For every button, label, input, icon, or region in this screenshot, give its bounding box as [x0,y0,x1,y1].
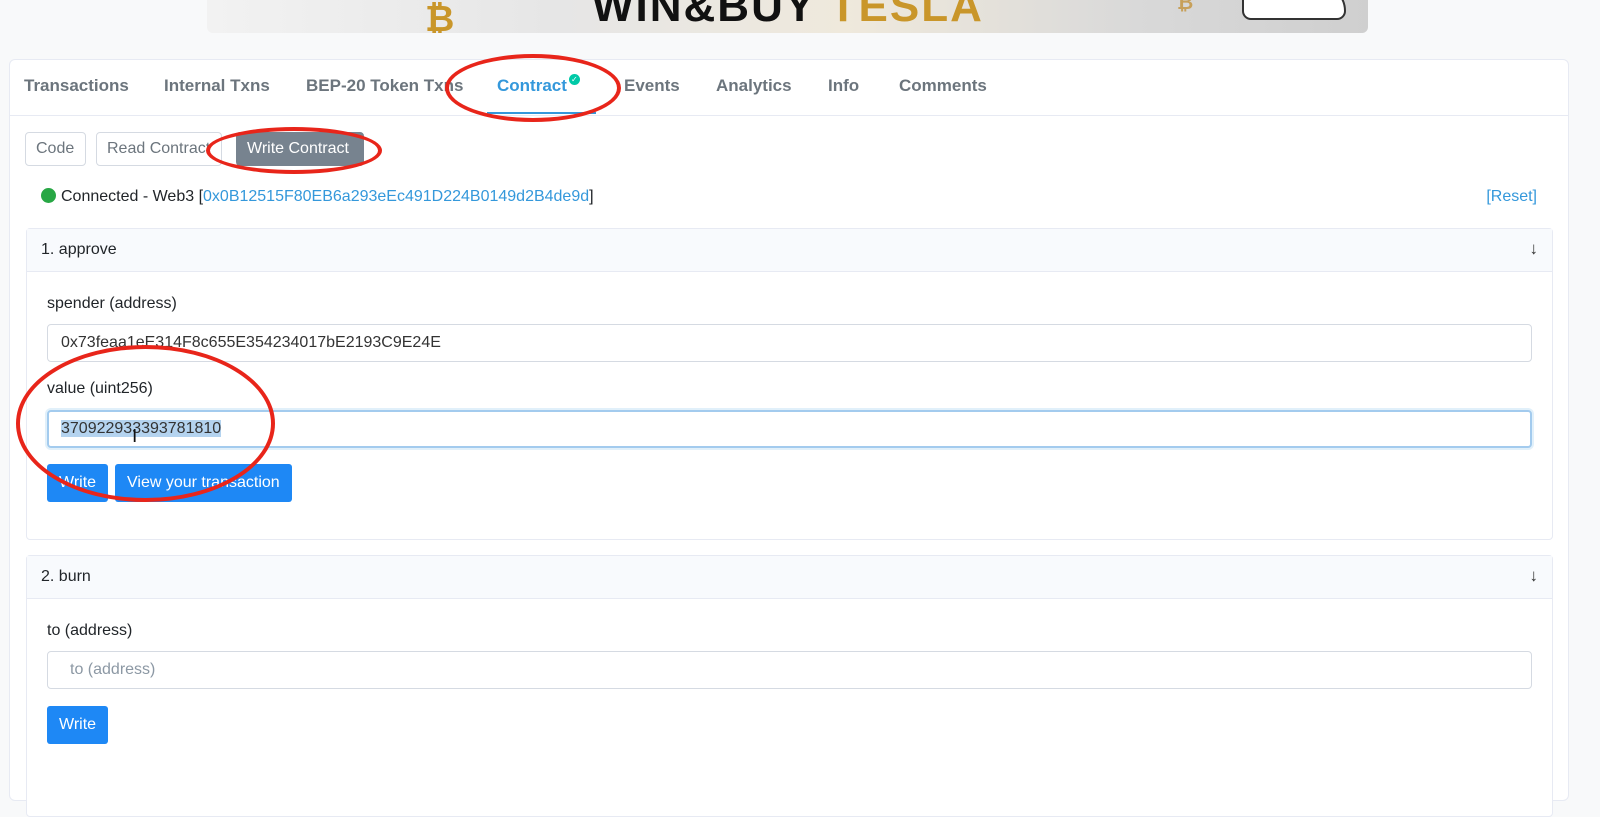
selected-text: 370922933393781810 [61,420,222,437]
view-transaction-button[interactable]: View your transaction [115,464,292,502]
tab-bar: Transactions Internal Txns BEP-20 Token … [10,60,1568,116]
banner-headline: WIN&BUY TESLA [592,0,984,31]
tab-events[interactable]: Events [624,76,680,96]
car-image [1242,0,1346,20]
connection-status: Connected - Web3 [0x0B12515F80EB6a293eEc… [41,188,594,206]
to-address-label: to (address) [47,622,133,639]
connection-bracket: ] [589,188,594,205]
check-circle-icon: ✓ [568,74,580,85]
to-address-input[interactable]: to (address) [47,651,1532,689]
function-burn: 2. burn ↓ to (address) to (address) Writ… [26,555,1553,817]
tab-info[interactable]: Info [828,76,859,96]
value-input[interactable]: 370922933393781810 [47,410,1532,448]
banner-small-text: ▪▪▪▪ [235,0,252,2]
connected-address-link[interactable]: 0x0B12515F80EB6a293eEc491D224B0149d2B4de… [203,188,589,205]
connection-text: Connected - Web3 [ [61,188,204,205]
function-approve: 1. approve ↓ spender (address) 0x73feaa1… [26,228,1553,540]
reset-link[interactable]: [Reset] [1486,188,1537,206]
tab-internal-txns[interactable]: Internal Txns [164,76,270,96]
write-button[interactable]: Write [47,706,109,744]
arrow-down-icon[interactable]: ↓ [1530,566,1539,586]
subtab-code[interactable]: Code [25,132,86,166]
function-title: 1. approve [41,241,117,258]
spender-label: spender (address) [47,295,177,312]
value-label: value (uint256) [47,380,153,397]
contract-card: Transactions Internal Txns BEP-20 Token … [9,59,1569,817]
function-approve-header[interactable]: 1. approve ↓ [27,229,1552,272]
tab-contract[interactable]: Contract ✓ [487,74,596,114]
connected-dot-icon [41,188,56,203]
bitcoin-icon: ₿ [1177,0,1194,14]
arrow-down-icon[interactable]: ↓ [1530,239,1539,259]
tab-analytics[interactable]: Analytics [716,76,792,96]
promo-banner[interactable]: ▪▪▪▪ ₿ WIN&BUY TESLA ₿ [207,0,1368,33]
tab-transactions[interactable]: Transactions [24,76,129,96]
write-button[interactable]: Write [47,464,109,502]
tab-comments[interactable]: Comments [899,76,987,96]
function-burn-header[interactable]: 2. burn ↓ [27,556,1552,599]
subtab-read-contract[interactable]: Read Contract [96,132,222,166]
bitcoin-icon: ₿ [425,0,455,33]
function-title: 2. burn [41,568,91,585]
tab-bep20-token-txns[interactable]: BEP-20 Token Txns [306,76,463,96]
spender-input[interactable]: 0x73feaa1eE314F8c655E354234017bE2193C9E2… [47,324,1532,362]
text-cursor-icon: I [132,426,138,447]
subtab-write-contract[interactable]: Write Contract [236,132,364,166]
